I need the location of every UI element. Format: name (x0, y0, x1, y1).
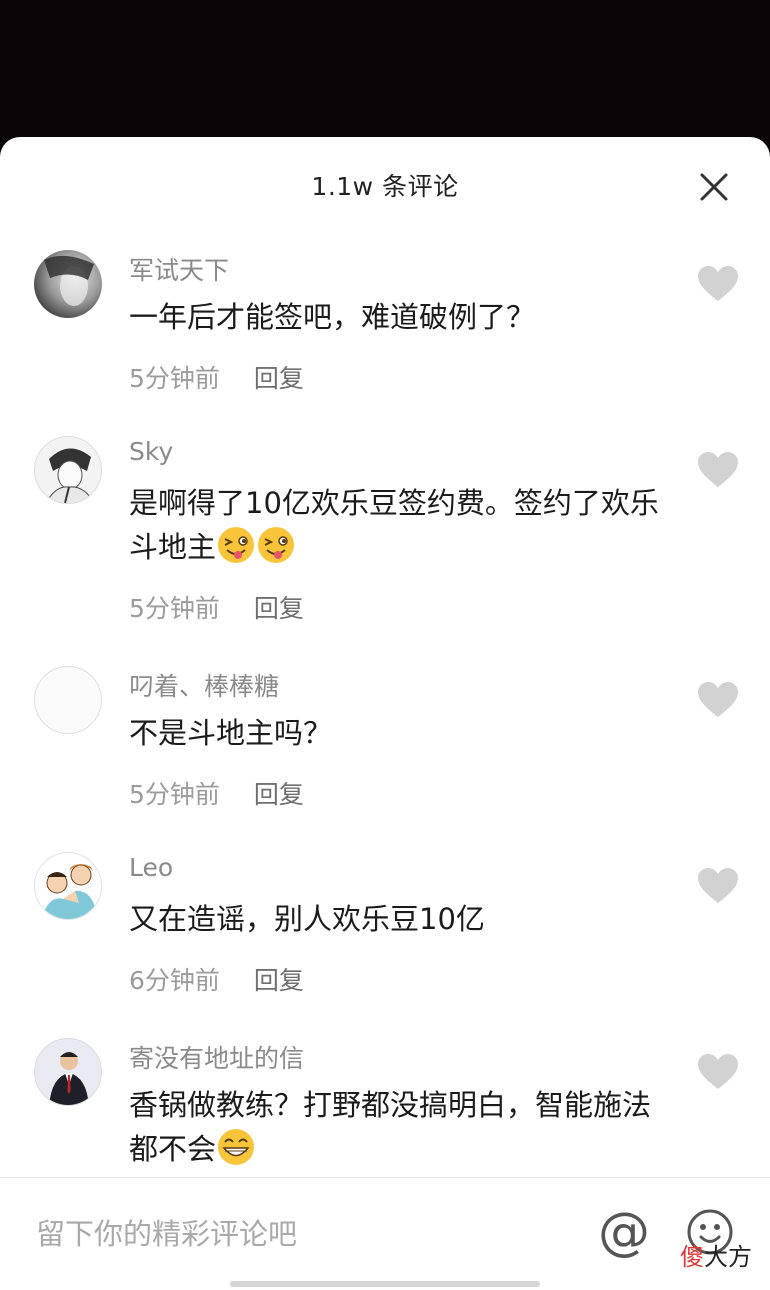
comment-count-title: 1.1w 条评论 (311, 172, 459, 201)
avatar[interactable] (34, 852, 102, 920)
comment-sheet: 1.1w 条评论 军试天下 一年后才能签吧，难道破例了？ 5分钟前 回复 Sky… (0, 137, 770, 1290)
avatar-image (45, 448, 95, 503)
heart-icon[interactable] (697, 1053, 739, 1091)
comment-input[interactable] (36, 1214, 556, 1254)
comment-time: 6分钟前 (129, 966, 220, 995)
avatar[interactable] (34, 666, 102, 734)
heart-icon[interactable] (697, 265, 739, 303)
squint-tongue-emoji-icon (258, 527, 295, 563)
comment-author[interactable]: 叼着、棒棒糖 (129, 667, 279, 703)
comment-text: 不是斗地主吗？ (129, 716, 333, 750)
reply-button[interactable]: 回复 (254, 364, 304, 393)
home-indicator[interactable] (230, 1281, 540, 1287)
sheet-header: 1.1w 条评论 (0, 137, 770, 229)
watermark-part-1: 傻 (680, 1243, 704, 1271)
comment-text: 一年后才能签吧，难道破例了？ (129, 300, 536, 334)
comment-author[interactable]: 寄没有地址的信 (129, 1039, 304, 1075)
comment-meta: 5分钟前 回复 (129, 589, 304, 625)
avatar[interactable] (34, 1038, 102, 1106)
comment-time: 5分钟前 (129, 594, 220, 623)
avatar[interactable] (34, 250, 102, 318)
comment-composer: @ (0, 1178, 770, 1290)
comment-time: 5分钟前 (129, 364, 220, 393)
heart-icon[interactable] (697, 681, 739, 719)
avatar-image (49, 1052, 89, 1105)
reply-button[interactable]: 回复 (254, 966, 304, 995)
watermark-part-2: 大方 (704, 1243, 752, 1271)
comment-meta: 5分钟前 回复 (129, 775, 304, 811)
avatar[interactable] (34, 436, 102, 504)
avatar-image (44, 255, 94, 306)
comment-author[interactable]: Leo (129, 853, 173, 882)
watermark: 傻大方 (680, 1237, 752, 1272)
comment-text: 香锅做教练？打野都没搞明白，智能施法都不会 (129, 1088, 652, 1166)
comment-author[interactable]: Sky (129, 437, 173, 466)
close-icon[interactable] (694, 167, 734, 207)
avatar-image (41, 864, 97, 919)
grinning-emoji-icon (218, 1129, 255, 1165)
squint-tongue-emoji-icon (218, 527, 255, 563)
at-icon[interactable]: @ (598, 1204, 650, 1260)
comment-text: 又在造谣，别人欢乐豆10亿 (129, 902, 485, 936)
heart-icon[interactable] (697, 867, 739, 905)
reply-button[interactable]: 回复 (254, 780, 304, 809)
comment-meta: 6分钟前 回复 (129, 961, 304, 997)
comment-time: 5分钟前 (129, 780, 220, 809)
heart-icon[interactable] (697, 451, 739, 489)
comment-text: 是啊得了10亿欢乐豆签约费。签约了欢乐斗地主 (129, 486, 659, 564)
comment-meta: 5分钟前 回复 (129, 359, 304, 395)
comment-author[interactable]: 军试天下 (129, 251, 229, 287)
reply-button[interactable]: 回复 (254, 594, 304, 623)
